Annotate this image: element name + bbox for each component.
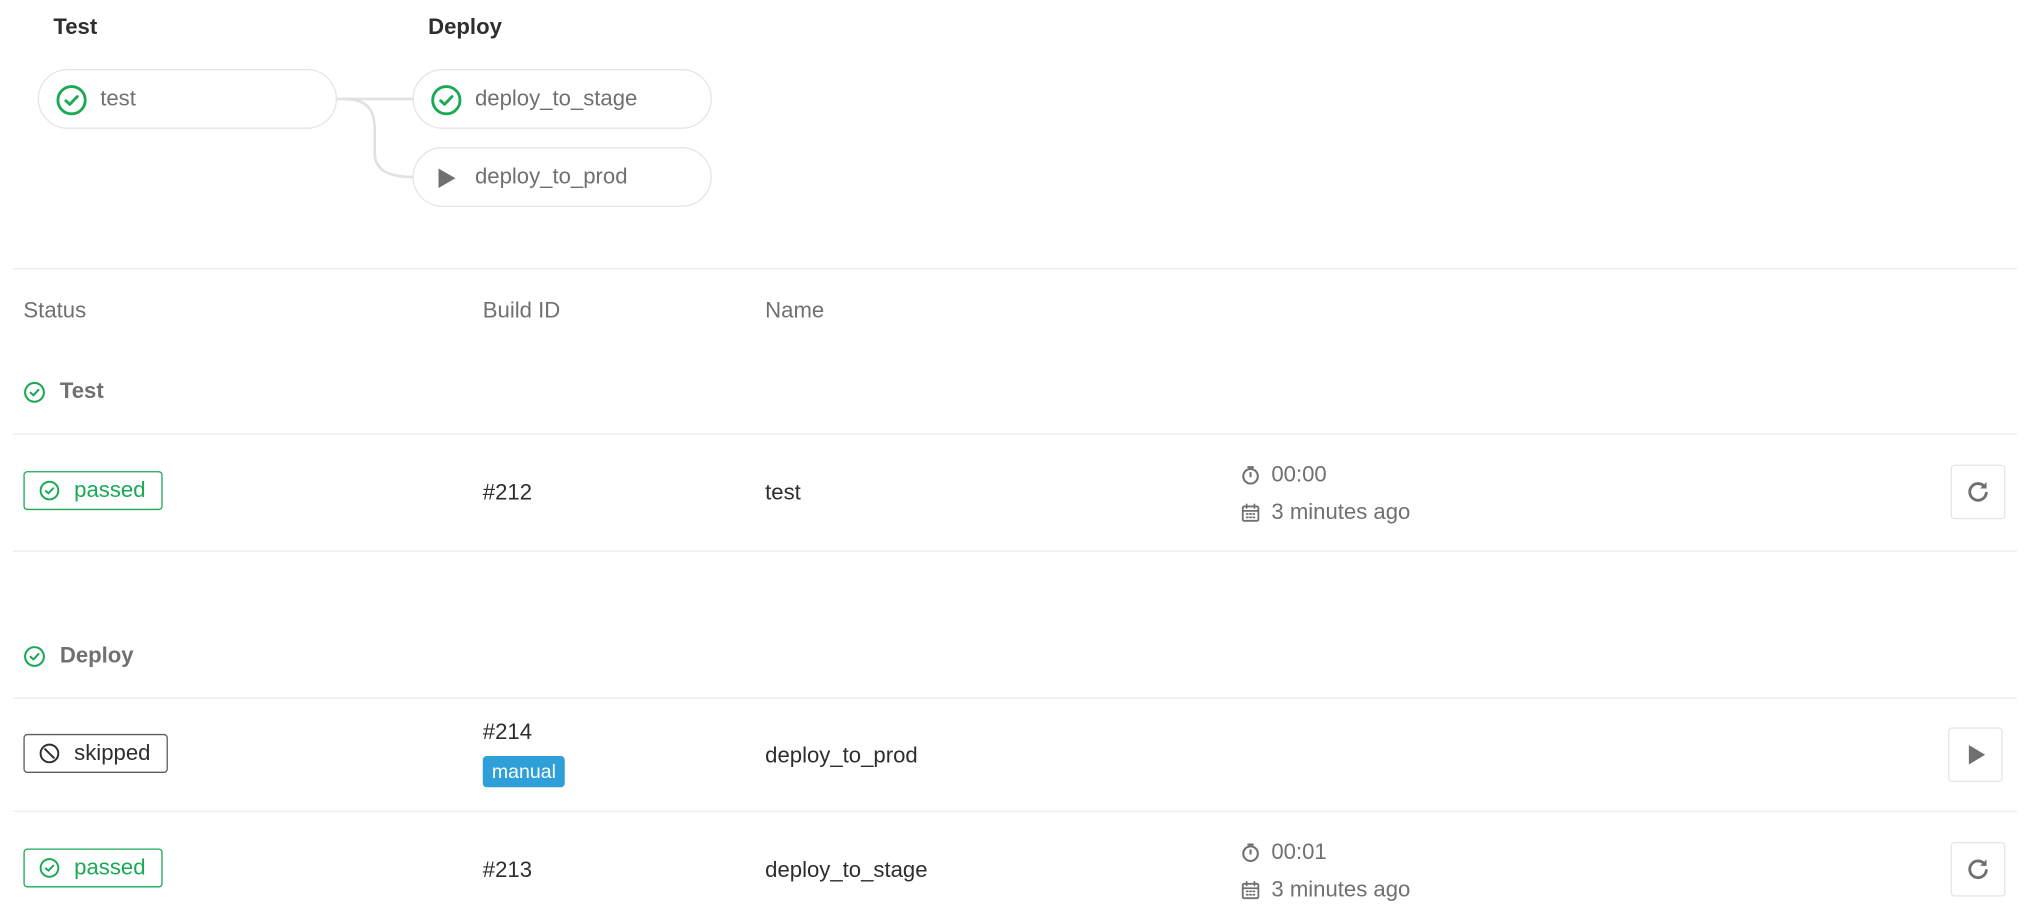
job-name-link[interactable]: deploy_to_stage bbox=[765, 858, 927, 884]
group-title: Deploy bbox=[59, 642, 134, 668]
job-name-link[interactable]: deploy_to_prod bbox=[765, 743, 918, 769]
graph-job-deploy-to-stage[interactable]: deploy_to_stage bbox=[412, 68, 712, 129]
finished-value: 3 minutes ago bbox=[1271, 877, 1411, 902]
job-duration: 00:00 bbox=[1240, 462, 1327, 488]
column-header-build-id: Build ID bbox=[482, 297, 561, 323]
retry-button[interactable] bbox=[1950, 464, 2006, 520]
timer-icon bbox=[1242, 843, 1259, 862]
build-id-link[interactable]: #214 bbox=[483, 720, 532, 746]
calendar-icon bbox=[1241, 503, 1260, 522]
status-badge-label: passed bbox=[74, 477, 146, 503]
group-title: Test bbox=[59, 378, 104, 404]
status-skipped-icon bbox=[39, 743, 60, 764]
graph-job-label: deploy_to_prod bbox=[474, 163, 628, 189]
graph-job-test[interactable]: test bbox=[37, 68, 338, 129]
job-finished-time: 3 minutes ago bbox=[1240, 877, 1410, 903]
status-success-icon bbox=[39, 480, 60, 501]
pipeline-page: Test Deploy test deploy_to_stage deploy_… bbox=[0, 0, 2030, 924]
job-finished-time: 3 minutes ago bbox=[1240, 500, 1410, 526]
status-success-icon bbox=[24, 381, 45, 403]
job-name-link[interactable]: test bbox=[765, 480, 801, 506]
play-icon bbox=[1968, 744, 1986, 765]
graph-job-deploy-to-prod[interactable]: deploy_to_prod bbox=[412, 147, 712, 207]
manual-badge: manual bbox=[482, 756, 566, 788]
status-badge[interactable]: passed bbox=[23, 848, 163, 888]
status-badge[interactable]: skipped bbox=[23, 733, 168, 773]
status-badge-label: skipped bbox=[74, 740, 151, 766]
build-id-link[interactable]: #212 bbox=[483, 480, 532, 506]
duration-value: 00:01 bbox=[1271, 839, 1327, 865]
row-divider bbox=[13, 697, 2018, 699]
calendar-icon bbox=[1241, 880, 1260, 900]
status-success-icon bbox=[24, 645, 45, 667]
status-success-icon bbox=[56, 85, 87, 116]
group-header-test: Test bbox=[23, 378, 104, 405]
retry-icon bbox=[1968, 859, 1988, 880]
row-divider bbox=[13, 810, 2018, 813]
duration-value: 00:00 bbox=[1271, 461, 1327, 487]
status-success-icon bbox=[431, 85, 462, 116]
status-badge[interactable]: passed bbox=[23, 471, 163, 511]
row-divider bbox=[13, 550, 2018, 552]
row-divider bbox=[13, 433, 2018, 435]
finished-value: 3 minutes ago bbox=[1271, 499, 1411, 525]
play-icon bbox=[438, 168, 456, 189]
graph-job-label: deploy_to_stage bbox=[474, 85, 638, 111]
retry-icon bbox=[1968, 482, 1988, 502]
play-button[interactable] bbox=[1948, 727, 2003, 783]
status-success-icon bbox=[39, 858, 60, 878]
retry-button[interactable] bbox=[1950, 841, 2006, 897]
timer-icon bbox=[1242, 466, 1259, 485]
job-duration: 00:01 bbox=[1240, 839, 1327, 865]
column-header-status: Status bbox=[23, 297, 87, 323]
build-id-link[interactable]: #213 bbox=[483, 858, 532, 884]
group-header-deploy: Deploy bbox=[23, 642, 134, 669]
column-header-name: Name bbox=[765, 297, 825, 323]
status-badge-label: passed bbox=[74, 854, 146, 880]
table-top-divider bbox=[13, 268, 2018, 270]
graph-job-label: test bbox=[100, 85, 136, 111]
